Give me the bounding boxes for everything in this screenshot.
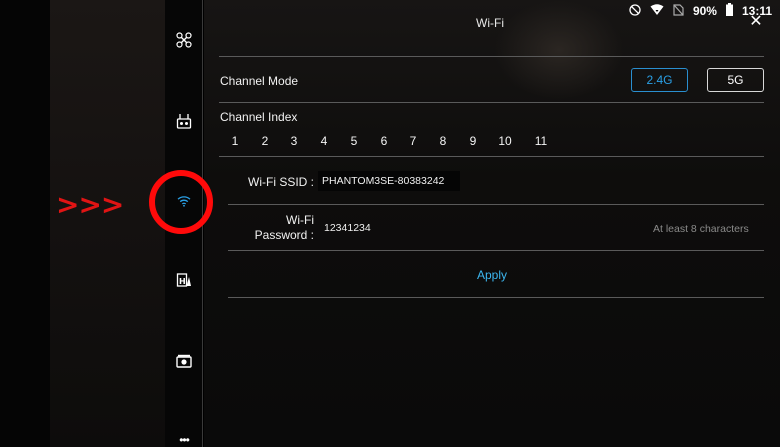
channel-index-option[interactable]: 6 (374, 134, 394, 148)
wifi-password-input[interactable]: 12341234 (324, 222, 371, 234)
channel-index-option[interactable]: 4 (314, 134, 334, 148)
sidebar-item-camera[interactable] (165, 346, 203, 376)
more-icon: ••• (179, 433, 190, 447)
channel-index-option[interactable]: 7 (403, 134, 423, 148)
sidebar-item-more[interactable]: ••• (165, 425, 203, 447)
channel-index-label: Channel Index (220, 110, 298, 124)
sidebar-item-remote[interactable] (165, 106, 203, 136)
channel-index-option[interactable]: 11 (531, 134, 551, 148)
divider (228, 204, 764, 205)
channel-mode-5g-button[interactable]: 5G (707, 68, 764, 92)
channel-index-option[interactable]: 9 (463, 134, 483, 148)
password-hint: At least 8 characters (653, 223, 749, 235)
remote-controller-icon (176, 113, 192, 129)
channel-index-option[interactable]: 5 (344, 134, 364, 148)
wifi-signal-icon (650, 3, 664, 19)
do-not-disturb-icon (629, 3, 641, 19)
divider (228, 250, 764, 251)
divider (219, 102, 764, 103)
camera-icon (176, 354, 192, 368)
battery-percentage: 90% (692, 4, 717, 18)
wifi-password-label-line2: Password : (254, 228, 314, 242)
divider (219, 156, 764, 157)
channel-index-option[interactable]: 2 (255, 134, 275, 148)
page-title: Wi-Fi (476, 16, 504, 30)
channel-mode-2-4g-button[interactable]: 2.4G (631, 68, 688, 92)
sidebar-item-transmission[interactable]: H (165, 265, 203, 295)
wifi-ssid-input[interactable]: PHANTOM3SE-80383242 (318, 171, 460, 191)
wifi-ssid-label: Wi-Fi SSID : (248, 175, 314, 189)
svg-text:H: H (179, 277, 186, 286)
close-icon[interactable]: ✕ (748, 14, 764, 30)
no-sim-icon (673, 3, 684, 19)
apply-button[interactable]: Apply (462, 268, 522, 282)
annotation-circle (149, 170, 213, 234)
channel-index-option[interactable]: 10 (495, 134, 515, 148)
channel-index-option[interactable]: 1 (225, 134, 245, 148)
sidebar-item-aircraft[interactable] (165, 25, 203, 55)
drone-icon (176, 32, 192, 48)
annotation-arrows: >>> (56, 188, 124, 221)
background-shade (494, 0, 624, 100)
transmission-icon: H (176, 272, 192, 288)
battery-icon (725, 3, 733, 19)
channel-mode-label: Channel Mode (220, 74, 299, 88)
divider (228, 297, 764, 298)
divider (219, 56, 764, 57)
wifi-password-label: Wi-Fi Password : (240, 213, 314, 243)
background-edge (0, 0, 50, 447)
wifi-password-label-line1: Wi-Fi (286, 213, 314, 227)
channel-index-option[interactable]: 3 (284, 134, 304, 148)
channel-index-option[interactable]: 8 (433, 134, 453, 148)
